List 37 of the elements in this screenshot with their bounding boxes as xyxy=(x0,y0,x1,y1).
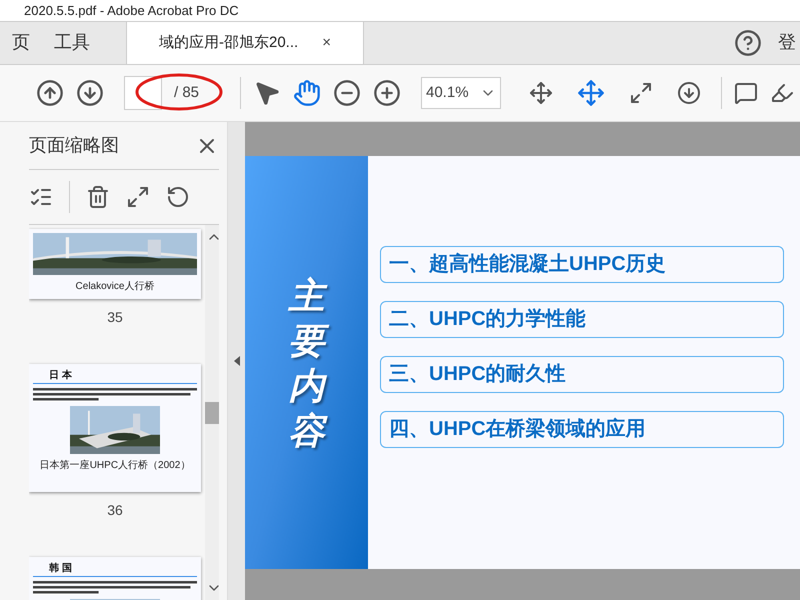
contents-item: 三、UHPC的耐久性 xyxy=(380,356,784,392)
thumbnail-caption: Celakovice人行桥 xyxy=(76,280,154,294)
full-screen-icon[interactable] xyxy=(629,81,653,105)
close-tab-button[interactable]: × xyxy=(322,32,331,54)
sign-in-link[interactable]: 登 xyxy=(778,29,796,56)
contents-item: 四、UHPC在桥梁领域的应用 xyxy=(380,410,784,448)
tab[interactable]: 域的应用-邵旭东20... × xyxy=(126,21,364,64)
page-thumbnail[interactable]: Celakovice人行桥 xyxy=(29,229,201,299)
thumbnail-heading: 韩 国 xyxy=(33,561,197,577)
tab[interactable]: 页 xyxy=(0,21,42,64)
zoom-in-icon[interactable] xyxy=(373,79,401,107)
page-number: 35 xyxy=(107,308,123,327)
scrollbar-thumb[interactable] xyxy=(205,402,219,424)
contents-item: 一、超高性能混凝土UHPC历史 xyxy=(380,246,784,282)
window-title: 2020.5.5.pdf - Adobe Acrobat Pro DC xyxy=(24,2,239,20)
page-total: / 85 xyxy=(174,82,200,103)
rotate-icon[interactable] xyxy=(166,185,190,209)
page-thumbnail[interactable]: 韩 国 xyxy=(29,557,201,600)
page-thumbnail[interactable]: 日 本 日本第一座UHPC人行桥（2002） xyxy=(29,364,201,492)
contents-item: 二、UHPC的力学性能 xyxy=(380,300,784,338)
slide-title: 主要内容 xyxy=(280,272,334,452)
delete-icon[interactable] xyxy=(86,185,110,209)
page-number: 36 xyxy=(107,501,123,520)
next-page-icon[interactable] xyxy=(76,79,104,107)
scrollbar[interactable] xyxy=(205,225,219,600)
panel-title: 页面缩略图 xyxy=(29,134,119,157)
zoom-dropdown[interactable]: 40.1% xyxy=(421,77,501,109)
zoom-out-icon[interactable] xyxy=(333,79,361,107)
hand-icon[interactable] xyxy=(293,79,321,107)
comment-icon[interactable] xyxy=(734,81,758,105)
help-icon[interactable] xyxy=(734,28,762,56)
collapse-panel-icon[interactable] xyxy=(234,356,240,366)
thumbnail-caption: 日本第一座UHPC人行桥（2002） xyxy=(40,458,190,473)
tab[interactable]: 工具 xyxy=(42,21,102,64)
highlight-icon[interactable] xyxy=(770,81,794,105)
thumbnail-heading: 日 本 xyxy=(33,368,197,384)
previous-page-icon[interactable] xyxy=(36,79,64,107)
